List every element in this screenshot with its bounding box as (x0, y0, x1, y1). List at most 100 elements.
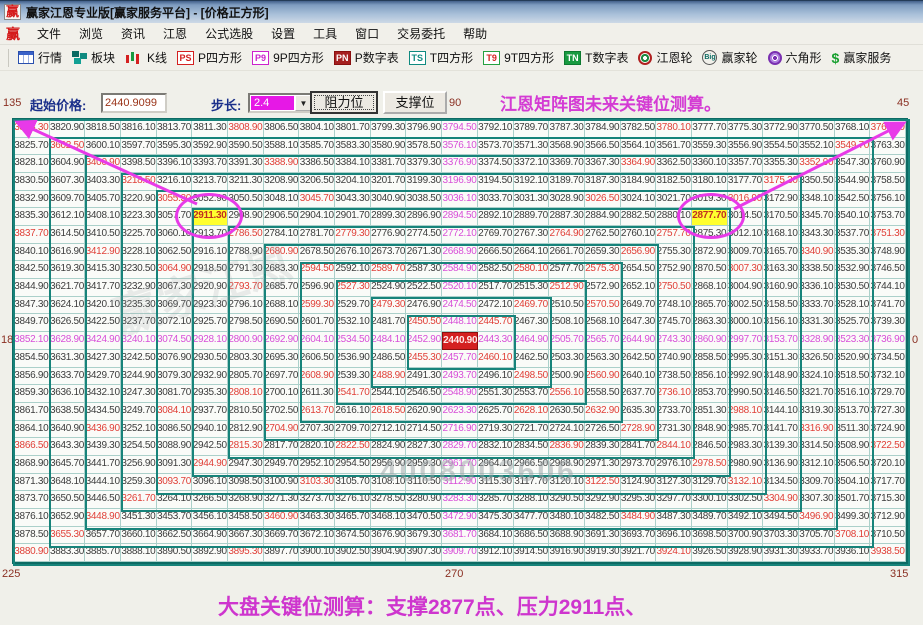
toolbar-button-六角形[interactable]: 六角形 (763, 47, 827, 68)
grid-cell: 2527.30 (335, 279, 371, 297)
step-select[interactable]: 2.4 ▼ (248, 93, 314, 113)
menu-item-资讯[interactable]: 资讯 (112, 24, 154, 44)
grid-cell: 2524.90 (370, 279, 407, 297)
grid-cell: 3338.50 (798, 261, 835, 280)
grid-cell: 3004.90 (727, 279, 764, 297)
grid-cell: 3393.70 (192, 155, 229, 174)
menu-item-帮助[interactable]: 帮助 (454, 24, 496, 44)
grid-cell: 2791.30 (228, 261, 264, 280)
grid-cell: 3705.70 (798, 526, 835, 545)
grid-cell: 3084.10 (156, 402, 193, 421)
toolbar-button-赢家服务[interactable]: $ 赢家服务 (827, 47, 897, 68)
grid-cell: 3081.70 (156, 385, 193, 403)
grid-cell: 3530.50 (834, 279, 871, 297)
grid-cell: 2760.10 (620, 226, 657, 244)
grid-cell: 2613.70 (299, 402, 336, 421)
toolbar-button-P数字表[interactable]: PN P数字表 (329, 47, 404, 68)
grid-cell: 3535.30 (834, 243, 871, 262)
support-button[interactable]: 支撑位 (383, 91, 447, 114)
grid-cell: 3021.70 (656, 190, 692, 209)
menu-item-江恩[interactable]: 江恩 (154, 24, 196, 44)
grid-cell: 2894.50 (442, 208, 478, 227)
toolbar-button-行情[interactable]: 行情 (13, 47, 67, 68)
grid-cell: 2541.70 (335, 385, 371, 403)
grid-cell: 3806.50 (263, 120, 300, 138)
grid-cell: 3693.70 (620, 526, 657, 545)
grid-cell: 3919.30 (584, 544, 621, 562)
resistance-button[interactable]: 阻力位 (310, 91, 378, 114)
grid-cell: 2606.50 (299, 349, 336, 368)
menu-item-公式选股[interactable]: 公式选股 (196, 24, 262, 44)
grid-cell: 2652.10 (620, 279, 657, 297)
toolbar-button-T四方形[interactable]: TS T四方形 (404, 47, 478, 68)
grid-cell: 3348.10 (798, 190, 835, 209)
toolbar-button-9T四方形[interactable]: T9 9T四方形 (478, 47, 559, 68)
grid-cell: 3820.90 (49, 120, 86, 138)
menu-item-浏览[interactable]: 浏览 (70, 24, 112, 44)
ps-badge-icon: PS (177, 50, 195, 65)
grid-cell: 3696.10 (656, 526, 692, 545)
grid-cell: 3748.90 (870, 243, 906, 262)
grid-cell: 3314.50 (798, 438, 835, 456)
grid-cell: 2594.50 (299, 261, 336, 280)
grid-cell: 2716.90 (442, 420, 478, 439)
menu-item-窗口[interactable]: 窗口 (346, 24, 388, 44)
grid-cell: 3492.10 (727, 508, 764, 527)
grid-cell: 3784.90 (584, 120, 621, 138)
grid-cell: 3309.70 (798, 473, 835, 492)
grid-cell: 3612.10 (49, 208, 86, 227)
focus-rect (314, 95, 374, 110)
menu-item-工具[interactable]: 工具 (304, 24, 346, 44)
grid-cell: 3040.90 (370, 190, 407, 209)
grid-cell: 3376.90 (442, 155, 478, 174)
menu-item-文件[interactable]: 文件 (28, 24, 70, 44)
grid-cell: 3424.90 (85, 332, 122, 350)
grid-cell: 3828.10 (14, 155, 50, 174)
menu-item-交易委托[interactable]: 交易委托 (388, 24, 454, 44)
grid-cell: 3501.70 (834, 491, 871, 509)
grid-cell: 2800.90 (228, 332, 264, 350)
grid-cell: 2851.30 (691, 402, 728, 421)
grid-cell: 3465.70 (335, 508, 371, 527)
toolbar-button-江恩轮[interactable]: 江恩轮 (633, 47, 697, 68)
grid-cell: 3019.30 (691, 190, 728, 209)
toolbar-button-9P四方形[interactable]: P9 9P四方形 (247, 47, 329, 68)
grid-cell: 3602.50 (49, 137, 86, 156)
grid-cell: 3763.30 (870, 137, 906, 156)
grid-cell: 2839.30 (584, 438, 621, 456)
toolbar-button-T数字表[interactable]: TN T数字表 (559, 47, 633, 68)
grid-cell: 3698.50 (691, 526, 728, 545)
grid-cell: 3727.30 (870, 402, 906, 421)
toolbar-button-板块[interactable]: 板块 (67, 47, 120, 68)
grid-cell: 3074.50 (156, 332, 193, 350)
start-price-input[interactable] (101, 93, 167, 113)
toolbar-button-K线[interactable]: K线 (120, 47, 172, 68)
grid-cell: 2635.30 (620, 402, 657, 421)
grid-cell: 3518.50 (834, 367, 871, 386)
grid-cell: 3230.50 (121, 261, 157, 280)
grid-cell: 3715.30 (870, 491, 906, 509)
grid-cell: 3808.90 (228, 120, 264, 138)
toolbar-button-P四方形[interactable]: PS P四方形 (172, 47, 247, 68)
grid-cell: 2721.70 (513, 420, 550, 439)
grid-cell: 3571.30 (513, 137, 550, 156)
wheel-icon (638, 50, 653, 65)
grid-cell: 3134.50 (763, 473, 799, 492)
toolbar-label: 板块 (91, 51, 116, 65)
grid-cell: 3657.70 (85, 526, 122, 545)
grid-cell: 3144.10 (763, 402, 799, 421)
grid-cell: 3170.50 (763, 208, 799, 227)
grid-cell: 3398.50 (121, 155, 157, 174)
grid-cell: 3652.90 (49, 508, 86, 527)
grid-cell: 3307.30 (798, 491, 835, 509)
grid-cell: 3580.90 (370, 137, 407, 156)
grid-cell: 3825.70 (14, 137, 50, 156)
grid-cell: 3460.90 (263, 508, 300, 527)
grid-cell: 2592.10 (335, 261, 371, 280)
toolbar-button-赢家轮[interactable]: Big 赢家轮 (697, 47, 762, 68)
grid-cell: 3417.70 (85, 279, 122, 297)
menu-item-设置[interactable]: 设置 (262, 24, 304, 44)
grid-cell: 3688.90 (549, 526, 585, 545)
grid-cell: 3028.90 (549, 190, 585, 209)
grid-cell: 3640.90 (49, 420, 86, 439)
